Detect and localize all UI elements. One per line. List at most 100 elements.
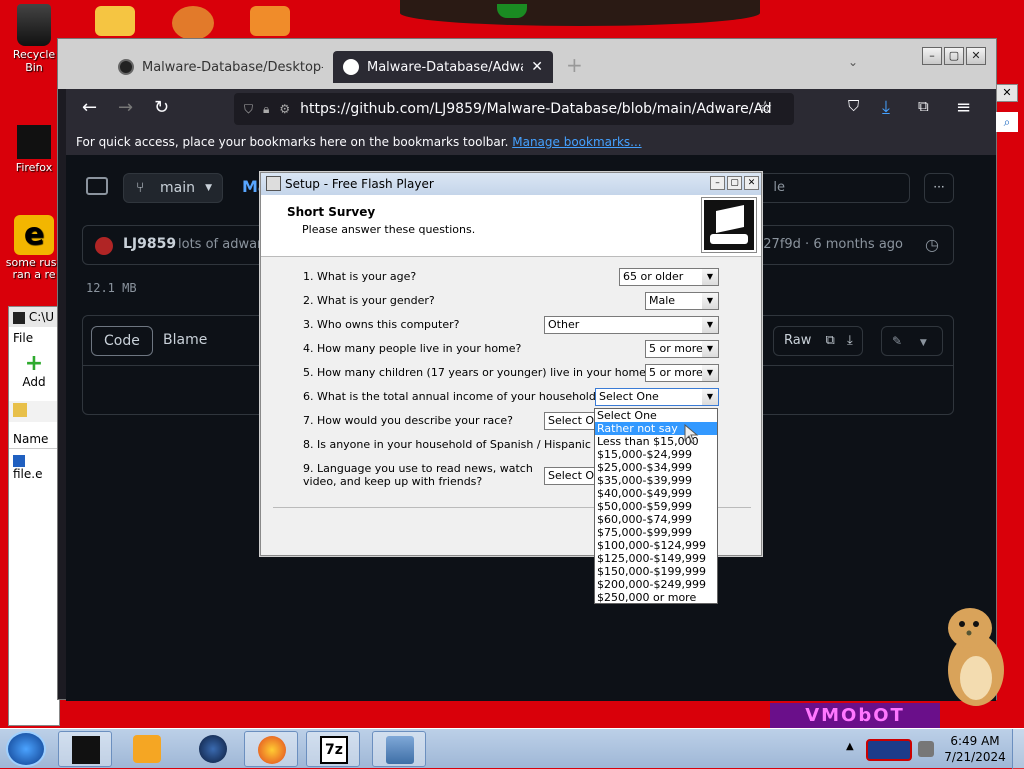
shield-icon[interactable]: ⛉ (244, 102, 253, 117)
search-icon[interactable]: ⌕ (996, 112, 1018, 132)
close-tab-icon[interactable]: ✕ (531, 59, 543, 75)
url-text[interactable]: https://github.com/LJ9859/Malware-Databa… (300, 101, 772, 117)
income-option[interactable]: $100,000-$124,999 (595, 539, 717, 552)
copy-icon[interactable]: ⧉ (826, 333, 835, 348)
sevenzip-add-button[interactable]: + Add (9, 353, 59, 390)
children-select[interactable]: 5 or more ▼ (645, 364, 719, 382)
go-to-file-search[interactable]: le (756, 173, 910, 203)
taskbar-item-app[interactable] (58, 731, 112, 767)
sevenzip-window[interactable]: C:\U File + Add Name file.e (8, 306, 60, 726)
manage-bookmarks-link[interactable]: Manage bookmarks... (512, 135, 641, 149)
more-options-button[interactable]: ··· (924, 173, 954, 203)
commit-author[interactable]: LJ9859 (123, 236, 176, 252)
income-option[interactable]: $60,000-$74,999 (595, 513, 717, 526)
taskbar-item-firefox[interactable] (244, 731, 298, 767)
tab-adware[interactable]: Malware-Database/Adware/Ad ✕ (333, 51, 553, 83)
download-icon[interactable]: ⤓ (847, 333, 853, 348)
branch-selector[interactable]: ⑂ main ▼ (123, 173, 223, 203)
income-option[interactable]: $250,000 or more (595, 591, 717, 604)
maximize-button[interactable]: ▢ (727, 176, 742, 190)
close-button[interactable]: ✕ (744, 176, 759, 190)
lock-icon[interactable]: 🔒︎ (263, 102, 269, 117)
clock[interactable]: 6:49 AM 7/21/2024 (944, 733, 1006, 765)
income-option[interactable]: $125,000-$149,999 (595, 552, 717, 565)
desktop-icon-recycle-bin[interactable]: Recycle Bin (4, 4, 64, 74)
tab-blame[interactable]: Blame (151, 326, 219, 356)
forward-icon[interactable]: → (118, 97, 133, 118)
edit-button[interactable]: ✎ ▼ (881, 326, 943, 356)
show-desktop-button[interactable] (1012, 729, 1024, 769)
setup-icon (386, 736, 414, 764)
income-option[interactable]: $150,000-$199,999 (595, 565, 717, 578)
sevenzip-file-row[interactable]: file.e (9, 449, 59, 485)
minimize-button[interactable]: – (922, 47, 942, 65)
bookmark-star-icon[interactable]: ☆ (758, 97, 772, 116)
taskbar-item-globe[interactable] (186, 731, 240, 767)
income-option[interactable]: $25,000-$34,999 (595, 461, 717, 474)
age-select[interactable]: 65 or older ▼ (619, 268, 719, 286)
income-option[interactable]: $40,000-$49,999 (595, 487, 717, 500)
pocket-icon[interactable]: ⛉ (848, 97, 859, 115)
sevenzip-menu-file[interactable]: File (9, 327, 59, 349)
taskbar-item-7zip[interactable]: 7z (306, 731, 360, 767)
network-icon[interactable] (918, 741, 934, 757)
tab-desktop-bugs[interactable]: Malware-Database/Desktop-Bu (108, 51, 333, 83)
question-9-line-1: 9. Language you use to read news, watch (303, 462, 533, 475)
income-option[interactable]: $200,000-$249,999 (595, 578, 717, 591)
nav-bar: ← → ↻ ⛉ 🔒︎ ⚙ https://github.com/LJ9859/M… (66, 89, 996, 129)
income-select[interactable]: Select One ▼ (595, 388, 719, 406)
gender-select[interactable]: Male ▼ (645, 292, 719, 310)
commit-message[interactable]: lots of adware (178, 237, 270, 252)
extensions-icon[interactable]: ⧉ (918, 97, 929, 115)
income-option[interactable]: $35,000-$39,999 (595, 474, 717, 487)
downloads-icon[interactable]: ⤓ (882, 97, 890, 118)
up-folder-icon[interactable] (13, 403, 27, 417)
history-icon[interactable]: ◷ (925, 235, 939, 254)
reload-icon[interactable]: ↻ (154, 97, 169, 118)
url-bar[interactable]: ⛉ 🔒︎ ⚙ https://github.com/LJ9859/Malware… (234, 93, 794, 125)
sevenzip-titlebar[interactable]: C:\U (9, 307, 59, 327)
setup-titlebar[interactable]: Setup - Free Flash Player – ▢ ✕ (261, 173, 761, 195)
tab-code[interactable]: Code (91, 326, 153, 356)
desktop-icon-firefox[interactable]: Firefox (4, 125, 64, 174)
hamster-mascot-icon[interactable] (940, 600, 1008, 710)
new-tab-button[interactable]: + (566, 53, 583, 77)
income-option[interactable]: $75,000-$99,999 (595, 526, 717, 539)
household-size-select[interactable]: 5 or more ▼ (645, 340, 719, 358)
sidebar-toggle-icon[interactable] (86, 177, 108, 195)
file-size: 12.1 MB (86, 281, 137, 295)
browser-titlebar[interactable]: Malware-Database/Desktop-Bu Malware-Data… (58, 39, 996, 89)
income-option[interactable]: Select One (595, 409, 717, 422)
taskbar-item-setup[interactable] (372, 731, 426, 767)
maximize-button[interactable]: ▢ (944, 47, 964, 65)
permissions-icon[interactable]: ⚙ (279, 102, 290, 116)
clock-date: 7/21/2024 (944, 750, 1006, 764)
sevenzip-col-name[interactable]: Name (9, 430, 59, 449)
tray-app-icon[interactable] (866, 739, 912, 761)
app-icon[interactable] (172, 6, 214, 40)
7z-icon: 7z (320, 736, 348, 764)
income-option[interactable]: $15,000-$24,999 (595, 448, 717, 461)
chevron-down-icon: ▼ (919, 338, 927, 348)
desktop-icon-ie[interactable]: e some russ ran a re (4, 215, 64, 281)
question-6-label: 6. What is the total annual income of yo… (303, 390, 602, 403)
close-button[interactable]: ✕ (996, 84, 1018, 102)
commit-meta[interactable]: c227f9d · 6 months ago (748, 237, 903, 252)
folder-icon[interactable] (95, 6, 135, 36)
close-button[interactable]: ✕ (966, 47, 986, 65)
menu-icon[interactable]: ≡ (956, 97, 971, 118)
start-button[interactable] (6, 731, 46, 767)
raw-button[interactable]: Raw ⧉ ⤓ (773, 326, 863, 356)
gender-select-value: Male (649, 294, 676, 307)
household-size-select-value: 5 or more (649, 342, 703, 355)
computer-owner-select[interactable]: Other ▼ (544, 316, 719, 334)
avatar[interactable] (95, 237, 113, 255)
taskbar-item-media[interactable] (120, 731, 174, 767)
income-option[interactable]: $50,000-$59,999 (595, 500, 717, 513)
minimize-button[interactable]: – (710, 176, 725, 190)
list-all-tabs-icon[interactable]: ⌄ (848, 55, 858, 69)
show-hidden-icons[interactable]: ▲ (846, 741, 854, 752)
branch-name: main (160, 180, 195, 196)
app-icon[interactable] (250, 6, 290, 36)
back-icon[interactable]: ← (82, 97, 97, 118)
